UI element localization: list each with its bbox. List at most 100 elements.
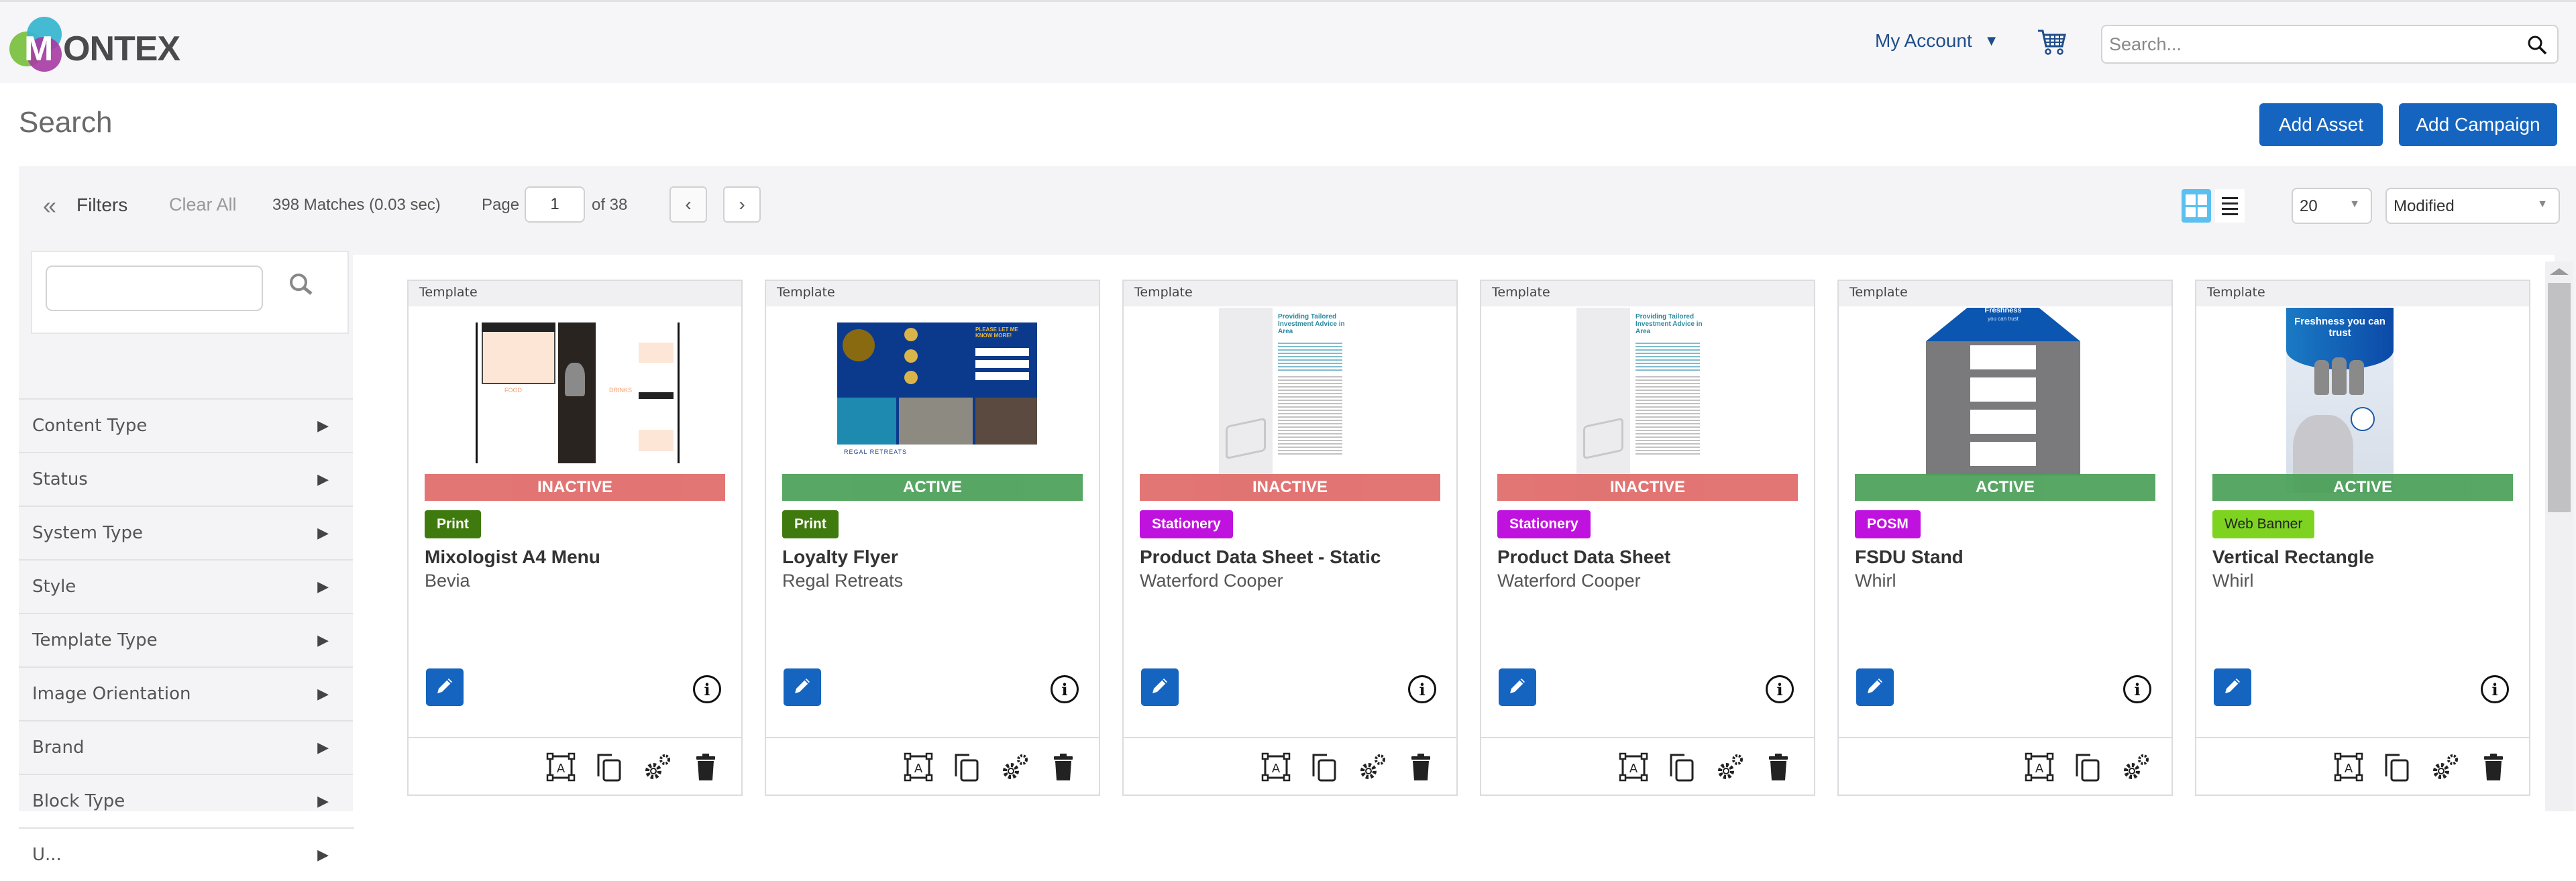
grid-view-button[interactable] [2182,189,2211,223]
asset-card[interactable]: Template Freshness you can trust ACTIVE … [2195,280,2530,796]
list-icon-line [2222,213,2238,215]
trash-icon[interactable] [1405,752,1436,782]
status-banner: INACTIVE [1140,474,1440,501]
results-scrollbar[interactable] [2545,261,2573,811]
facet-style[interactable]: Style ▶ [19,559,354,613]
card-title[interactable]: Vertical Rectangle [2212,546,2374,568]
info-icon[interactable]: i [1051,675,1079,703]
card-title[interactable]: Product Data Sheet [1497,546,1670,568]
gears-icon[interactable] [642,752,673,782]
filters-toggle[interactable]: Filters [76,194,127,216]
facet-content-type[interactable]: Content Type ▶ [19,398,354,452]
gears-icon[interactable] [2430,752,2461,782]
list-view-button[interactable] [2215,189,2245,223]
datasheet-thumbnail[interactable]: Providing Tailored Investment Advice in … [1497,308,1799,502]
facet-system-type[interactable]: System Type ▶ [19,506,354,559]
info-icon[interactable]: i [2123,675,2151,703]
facet-status[interactable]: Status ▶ [19,452,354,506]
gears-icon[interactable] [1357,752,1388,782]
edit-button[interactable] [784,668,821,706]
search-icon[interactable] [287,271,317,300]
banner-thumbnail[interactable]: Freshness you can trust [2212,308,2514,502]
clear-all-link[interactable]: Clear All [169,194,237,215]
svg-text:A: A [1272,762,1281,776]
add-campaign-button[interactable]: Add Campaign [2399,103,2557,146]
asset-card[interactable]: Template Providing Tailored Investment A… [1480,280,1815,796]
global-search-input[interactable] [2109,30,2512,58]
previous-page-button[interactable]: ‹ [669,186,707,223]
text-frame-icon[interactable]: A [1260,752,1291,782]
copy-icon[interactable] [1666,752,1697,782]
filter-search-input[interactable] [46,266,263,311]
gears-icon[interactable] [1715,752,1746,782]
info-icon[interactable]: i [1408,675,1436,703]
card-title[interactable]: Mixologist A4 Menu [425,546,600,568]
trash-icon[interactable] [1048,752,1079,782]
asset-card[interactable]: Template FOOD DRINKS INACTIVE Print Mixo… [407,280,743,796]
facet-label: Block Type [32,791,125,811]
status-banner: ACTIVE [782,474,1083,501]
text-frame-icon[interactable]: A [2333,752,2364,782]
flyer-thumbnail[interactable]: PLEASE LET ME KNOW MORE! REGAL RETREATS [782,308,1084,502]
text-frame-icon[interactable]: A [2024,752,2055,782]
add-asset-button[interactable]: Add Asset [2259,103,2383,146]
shopping-cart-icon[interactable] [2037,29,2068,56]
card-title[interactable]: FSDU Stand [1855,546,1964,568]
copy-icon[interactable] [2381,752,2412,782]
card-actions-bar: A [409,737,741,795]
asset-card[interactable]: Template Providing Tailored Investment A… [1122,280,1458,796]
facet-block-type[interactable]: Block Type ▶ [19,774,354,827]
category-badge: Print [782,510,839,538]
page-number-input[interactable] [525,186,585,223]
menu-drinks-text: DRINKS [609,387,633,394]
card-title[interactable]: Loyalty Flyer [782,546,898,568]
gears-icon[interactable] [1000,752,1030,782]
facet-u[interactable]: U... ▶ [19,827,354,881]
card-title[interactable]: Product Data Sheet - Static [1140,546,1381,568]
asset-card[interactable]: Template Freshness you can trust ACTIVE … [1837,280,2173,796]
collapse-filters-icon[interactable]: « [43,192,56,220]
expand-arrow-icon: ▶ [317,792,329,810]
datasheet-heading-text: Providing Tailored Investment Advice in … [1278,313,1345,335]
page-size-value: 20 [2300,197,2318,215]
info-icon[interactable]: i [1766,675,1794,703]
matches-count: 398 Matches (0.03 sec) [272,196,441,214]
text-frame-icon[interactable]: A [903,752,934,782]
edit-button[interactable] [1499,668,1536,706]
copy-icon[interactable] [2072,752,2103,782]
next-page-button[interactable]: › [723,186,761,223]
copy-icon[interactable] [951,752,982,782]
trash-icon[interactable] [690,752,721,782]
facet-template-type[interactable]: Template Type ▶ [19,613,354,666]
trash-icon[interactable] [1763,752,1794,782]
facet-label: Status [32,469,88,489]
info-icon[interactable]: i [2481,675,2509,703]
grid-icon-cell [2197,207,2207,217]
search-icon[interactable] [2526,34,2548,56]
sort-select[interactable]: Modified ▼ [2385,188,2560,224]
info-icon[interactable]: i [693,675,721,703]
trash-icon[interactable] [2478,752,2509,782]
text-frame-icon[interactable]: A [545,752,576,782]
edit-button[interactable] [1141,668,1179,706]
montex-logo[interactable]: M ONTEX [9,17,184,73]
scroll-thumb[interactable] [2548,283,2571,512]
copy-icon[interactable] [1309,752,1340,782]
svg-text:A: A [2345,762,2353,776]
menu-thumbnail[interactable]: FOOD DRINKS [425,308,727,502]
text-frame-icon[interactable]: A [1618,752,1649,782]
facet-image-orientation[interactable]: Image Orientation ▶ [19,666,354,720]
edit-button[interactable] [426,668,464,706]
asset-card[interactable]: Template PLEASE LET ME KNOW MORE! REGAL … [765,280,1100,796]
fsdu-thumbnail[interactable]: Freshness you can trust [1855,308,2157,502]
my-account-menu[interactable]: My Account ▼ [1875,30,1999,52]
edit-button[interactable] [1856,668,1894,706]
page-size-select[interactable]: 20 ▼ [2292,188,2372,224]
facet-brand[interactable]: Brand ▶ [19,720,354,774]
edit-button[interactable] [2214,668,2251,706]
gears-icon[interactable] [2121,752,2151,782]
copy-icon[interactable] [594,752,625,782]
list-icon-line [2222,196,2238,199]
datasheet-thumbnail[interactable]: Providing Tailored Investment Advice in … [1140,308,1442,502]
scroll-up-arrow-icon[interactable] [2545,261,2573,282]
